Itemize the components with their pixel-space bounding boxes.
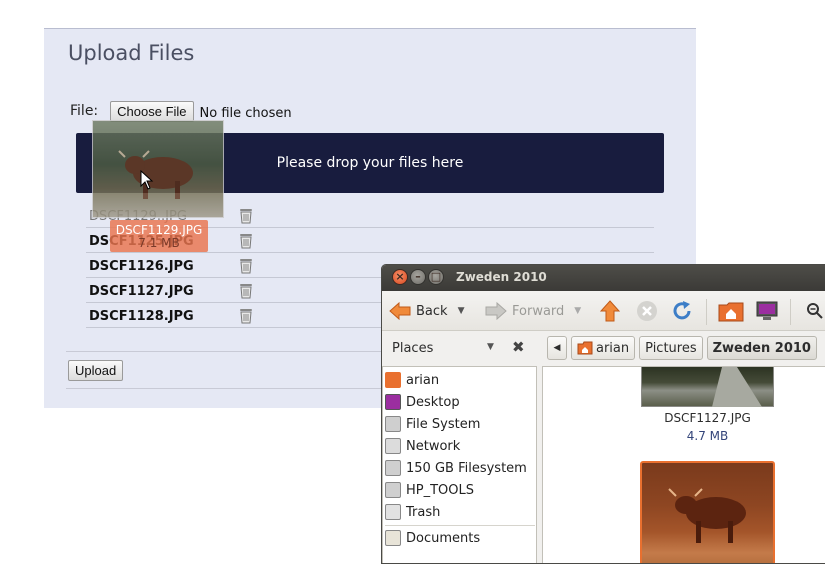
sidebar-item-label: Trash — [406, 504, 441, 520]
places-sidebar: arian Desktop File System Network 150 GB… — [382, 366, 537, 563]
sidebar-item-arian[interactable]: arian — [385, 369, 439, 391]
cursor-arrow-icon — [140, 170, 154, 190]
places-selector[interactable]: Places — [392, 341, 433, 356]
breadcrumb: ◀ arian Pictures Zweden 2010 — [547, 335, 821, 361]
drop-zone-text: Please drop your files here — [276, 155, 464, 171]
drive-icon — [385, 460, 401, 476]
desktop-icon — [385, 394, 401, 410]
page-title: Upload Files — [68, 41, 195, 65]
sidebar-item-label: HP_TOOLS — [406, 482, 475, 498]
forward-label: Forward — [512, 303, 565, 319]
sidebar-item-desktop[interactable]: Desktop — [385, 391, 460, 413]
places-header: Places ▼ ✖ — [382, 332, 542, 362]
file-name: DSCF1126.JPG — [89, 259, 194, 274]
folder-icon — [385, 530, 401, 546]
trash-icon[interactable] — [238, 307, 254, 324]
drag-thumbnail — [92, 120, 224, 218]
cow-photo-icon — [668, 488, 746, 543]
sidebar-item-documents[interactable]: Documents — [385, 527, 480, 549]
title-bar[interactable]: × – □ Zweden 2010 — [382, 265, 825, 291]
trash-icon[interactable] — [238, 282, 254, 299]
drive-icon — [385, 482, 401, 498]
chevron-down-icon[interactable]: ▼ — [574, 306, 581, 316]
sidebar-item-hp-tools[interactable]: HP_TOOLS — [385, 479, 474, 501]
back-button[interactable]: Back ▼ — [388, 299, 464, 323]
path-item-pictures[interactable]: Pictures — [639, 336, 703, 360]
path-left-button[interactable]: ◀ — [547, 336, 567, 360]
forward-button[interactable]: Forward ▼ — [484, 299, 581, 323]
sidebar-item-file-system[interactable]: File System — [385, 413, 480, 435]
path-item-zweden[interactable]: Zweden 2010 — [706, 336, 817, 360]
path-item-arian[interactable]: arian — [571, 336, 636, 360]
sidebar-item-trash[interactable]: Trash — [385, 501, 440, 523]
home-folder-icon — [718, 302, 744, 322]
toolbar: Back ▼ Forward ▼ — [382, 291, 825, 331]
trash-icon[interactable] — [238, 207, 254, 224]
back-arrow-icon — [389, 302, 411, 320]
sidebar-item-label: 150 GB Filesystem — [406, 460, 527, 476]
sidebar-separator — [385, 525, 535, 526]
drag-file-size: 7.1 MB — [138, 236, 180, 250]
minimize-window-button[interactable]: – — [410, 269, 426, 285]
home-folder-icon — [385, 372, 401, 388]
zoom-button[interactable] — [806, 299, 824, 323]
path-label: arian — [596, 340, 630, 356]
file-manager-window: × – □ Zweden 2010 Back ▼ Forward ▼ Place… — [381, 264, 825, 564]
home-button[interactable] — [718, 299, 744, 323]
path-label: Pictures — [645, 340, 697, 356]
upload-button[interactable]: Upload — [68, 360, 124, 381]
sidebar-item-network[interactable]: Network — [385, 435, 460, 457]
stop-icon — [637, 301, 657, 321]
chevron-down-icon[interactable]: ▼ — [487, 342, 494, 352]
reload-button[interactable] — [671, 299, 693, 323]
chevron-down-icon[interactable]: ▼ — [458, 306, 465, 316]
drag-file-name: DSCF1129.JPG — [115, 223, 203, 237]
up-button[interactable] — [600, 299, 620, 323]
chevron-left-icon: ◀ — [553, 343, 561, 353]
close-icon: × — [395, 270, 405, 283]
trash-icon[interactable] — [238, 232, 254, 249]
cow-photo-icon — [118, 150, 193, 199]
trash-icon — [385, 504, 401, 520]
close-window-button[interactable]: × — [392, 269, 408, 285]
network-icon — [385, 438, 401, 454]
file-name: DSCF1127.JPG — [89, 284, 194, 299]
up-arrow-icon — [600, 300, 620, 322]
sidebar-item-150gb[interactable]: 150 GB Filesystem — [385, 457, 527, 479]
file-item-name[interactable]: DSCF1127.JPG — [641, 411, 774, 425]
stop-button[interactable] — [636, 299, 658, 323]
file-item-size: 4.7 MB — [686, 429, 729, 443]
minimize-icon: – — [415, 270, 421, 283]
no-file-chosen-text: No file chosen — [199, 105, 292, 121]
computer-button[interactable] — [755, 299, 779, 323]
sidebar-item-label: Network — [406, 438, 461, 454]
file-view: DSCF1127.JPG 4.7 MB — [542, 366, 825, 563]
close-sidebar-icon[interactable]: ✖ — [512, 338, 525, 356]
file-thumbnail[interactable] — [641, 367, 774, 407]
maximize-icon: □ — [430, 270, 442, 283]
forward-arrow-icon — [485, 302, 507, 320]
sidebar-item-label: arian — [406, 372, 440, 388]
sidebar-item-label: Desktop — [406, 394, 460, 410]
toolbar-separator — [706, 299, 707, 325]
home-folder-icon — [577, 341, 593, 355]
search-icon — [807, 303, 823, 319]
path-label: Zweden 2010 — [712, 340, 811, 356]
window-title: Zweden 2010 — [456, 270, 547, 284]
file-thumbnail-selected[interactable] — [640, 461, 775, 563]
reload-icon — [673, 301, 691, 320]
back-label: Back — [416, 303, 448, 319]
trash-icon[interactable] — [238, 257, 254, 274]
sidebar-item-label: Documents — [406, 530, 481, 546]
maximize-window-button[interactable]: □ — [428, 269, 444, 285]
drive-icon — [385, 416, 401, 432]
toolbar-separator — [790, 299, 791, 325]
file-label: File: — [70, 103, 99, 119]
computer-icon — [756, 301, 778, 320]
sidebar-item-label: File System — [406, 416, 481, 432]
drag-label: DSCF1129.JPG 7.1 MB — [110, 220, 208, 252]
choose-file-button[interactable]: Choose File — [110, 100, 194, 122]
road-photo-icon — [712, 367, 762, 407]
file-name: DSCF1128.JPG — [89, 309, 194, 324]
